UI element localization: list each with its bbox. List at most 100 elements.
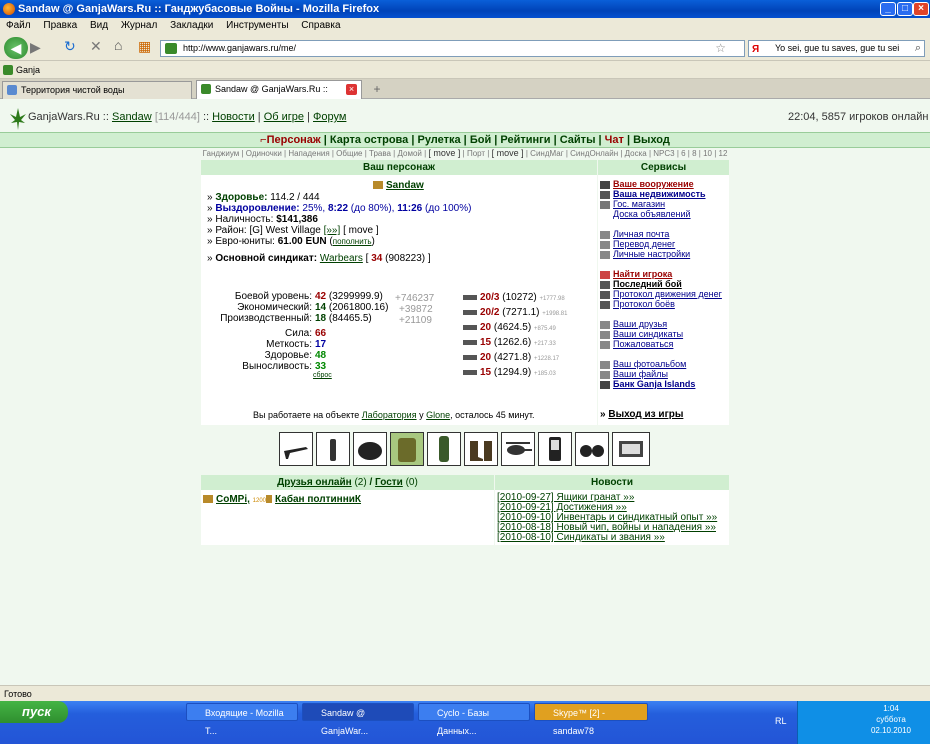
svc-photo[interactable]: Ваш фотоальбом (613, 359, 686, 369)
work-owner-link[interactable]: Glone (426, 410, 450, 420)
district-move[interactable]: [ move ] (343, 225, 379, 236)
tab-ganjawars[interactable]: Sandaw @ GanjaWars.Ru :: Гандж... × (196, 80, 362, 111)
subnav-move-1[interactable]: [ move ] (428, 148, 460, 158)
svc-complain[interactable]: Пожаловаться (613, 339, 673, 349)
helmet-item-icon[interactable] (353, 432, 387, 466)
maximize-button[interactable]: □ (897, 2, 913, 16)
svc-mail[interactable]: Личная почта (613, 229, 669, 239)
svc-battle-log[interactable]: Протокол боёв (613, 299, 675, 309)
new-tab-button[interactable]: + (368, 82, 386, 98)
svc-files[interactable]: Ваши файлы (613, 369, 668, 379)
svc-find[interactable]: Найти игрока (613, 269, 672, 279)
news-link[interactable]: Новости (212, 111, 255, 123)
apps-icon[interactable]: ▦ (138, 38, 151, 55)
clock[interactable]: 1:04 суббота 02.10.2010 (856, 703, 926, 736)
nav-ratings[interactable]: Рейтинги (500, 134, 550, 146)
forum-link[interactable]: Форум (313, 111, 346, 123)
friend-link[interactable]: CoMPi, (216, 494, 250, 505)
forward-button[interactable]: ▶ (30, 39, 41, 56)
svc-settings[interactable]: Личные настройки (613, 249, 690, 259)
nav-map[interactable]: Карта острова (330, 134, 408, 146)
eun-topup-link[interactable]: пополнить (333, 237, 372, 246)
rifle-item-icon[interactable] (279, 432, 313, 466)
back-button[interactable]: ◀ (4, 37, 28, 59)
yandex-icon: Я (752, 44, 760, 55)
user-link[interactable]: Sandaw (112, 111, 152, 123)
suit-item-icon[interactable] (427, 432, 461, 466)
header-sep: :: (202, 111, 210, 123)
start-button[interactable]: пуск (0, 701, 68, 723)
news-item[interactable]: [2010-08-10] Синдикаты и звания »» (497, 533, 717, 543)
friend-badge: 1200 (252, 498, 267, 504)
svc-weapons[interactable]: Ваше вооружение (613, 179, 694, 189)
boots-item-icon[interactable] (464, 432, 498, 466)
bookmark-star-icon[interactable]: ☆ (715, 41, 726, 56)
svc-shop[interactable]: Гос. магазин (613, 199, 665, 209)
language-indicator[interactable]: RL (775, 716, 787, 726)
svc-transfer[interactable]: Перевод денег (613, 239, 675, 249)
weapon-level: 15 (480, 367, 492, 378)
task-skype[interactable]: Skype™ [2] - sandaw78 (534, 703, 648, 736)
home-icon[interactable]: ⌂ (114, 37, 122, 53)
close-tab-icon[interactable]: × (346, 84, 357, 95)
menu-view[interactable]: Вид (90, 20, 108, 31)
guests-link[interactable]: Гости (375, 477, 403, 488)
reset-stats-link[interactable]: сброс (313, 372, 332, 379)
grenade-item-icon[interactable] (316, 432, 350, 466)
phone-item-icon[interactable] (538, 432, 572, 466)
district-link[interactable]: [»»] (324, 225, 341, 236)
user-hp: [114/444] (154, 111, 200, 123)
laptop-item-icon[interactable] (612, 432, 650, 466)
nav-sites[interactable]: Сайты (560, 134, 596, 146)
recovery-t2: 11:26 (397, 203, 423, 214)
svc-board[interactable]: Доска объявлений (613, 209, 691, 219)
svc-friends[interactable]: Ваши друзья (613, 319, 667, 329)
url-bar[interactable]: http://www.ganjawars.ru/me/ ☆ (160, 40, 745, 57)
character-name[interactable]: Sandaw (386, 180, 424, 191)
work-post: , осталось 45 минут. (450, 410, 535, 420)
subnav-move-2[interactable]: [ move ] (492, 148, 524, 158)
synd-num: 34 (371, 253, 383, 264)
search-icon[interactable]: ⌕ (915, 41, 921, 56)
task-firefox[interactable]: Sandaw @ GanjaWar... (302, 703, 414, 736)
tab-water[interactable]: Территория чистой воды (2, 81, 192, 99)
task-cyclo[interactable]: Cyclo - Базы Данных... (418, 703, 530, 736)
nav-chat[interactable]: Чат (605, 134, 624, 146)
menu-tools[interactable]: Инструменты (226, 20, 288, 31)
nav-battle[interactable]: Бой (470, 134, 491, 146)
grenade-launcher-icon (463, 369, 477, 375)
svc-syndicates[interactable]: Ваши синдикаты (613, 329, 683, 339)
bookmark-ganja[interactable]: Ganja (16, 65, 40, 75)
friend-link[interactable]: Кабан полтинниК (275, 494, 361, 505)
svc-last-battle[interactable]: Последний бой (613, 279, 682, 289)
helicopter-item-icon[interactable] (501, 432, 535, 466)
menu-help[interactable]: Справка (301, 20, 340, 31)
nav-exit[interactable]: Выход (633, 134, 670, 146)
work-object-link[interactable]: Лаборатория (362, 410, 417, 420)
reload-icon[interactable]: ↻ (64, 38, 76, 55)
menu-history[interactable]: Журнал (121, 20, 158, 31)
battle-log-icon (600, 300, 610, 309)
binoculars-item-icon[interactable] (575, 432, 609, 466)
search-input[interactable]: Я Yo sei, gue tu saves, gue tu sei ⌕ (748, 40, 925, 57)
nav-roulette[interactable]: Рулетка (417, 134, 460, 146)
subnav-links-3[interactable]: | СиндМаг | СиндОнлайн | Доска | NPC3 | … (526, 149, 728, 158)
exit-game-link[interactable]: Выход из игры (608, 409, 683, 420)
friends-online-link[interactable]: Друзья онлайн (277, 477, 352, 488)
menu-edit[interactable]: Правка (43, 20, 77, 31)
menu-file[interactable]: Файл (6, 20, 31, 31)
stop-icon[interactable]: ✕ (90, 38, 102, 55)
about-link[interactable]: Об игре (264, 111, 304, 123)
svc-bank[interactable]: Банк Ganja Islands (613, 379, 695, 389)
menu-bookmarks[interactable]: Закладки (170, 20, 213, 31)
subnav-links-2[interactable]: | Порт | (463, 149, 490, 158)
vest-item-icon[interactable] (390, 432, 424, 466)
synd-link[interactable]: Warbears (320, 253, 363, 264)
svc-money-log[interactable]: Протокол движения денег (613, 289, 722, 299)
subnav-links-1[interactable]: Ганджиум | Одиночки | Нападения | Общие … (203, 149, 427, 158)
close-button[interactable]: × (913, 2, 929, 16)
svc-realty[interactable]: Ваша недвижимость (613, 189, 706, 199)
task-thunderbird[interactable]: Входящие - Mozilla T... (186, 703, 298, 736)
minimize-button[interactable]: _ (880, 2, 896, 16)
nav-character[interactable]: Персонаж (267, 134, 321, 146)
